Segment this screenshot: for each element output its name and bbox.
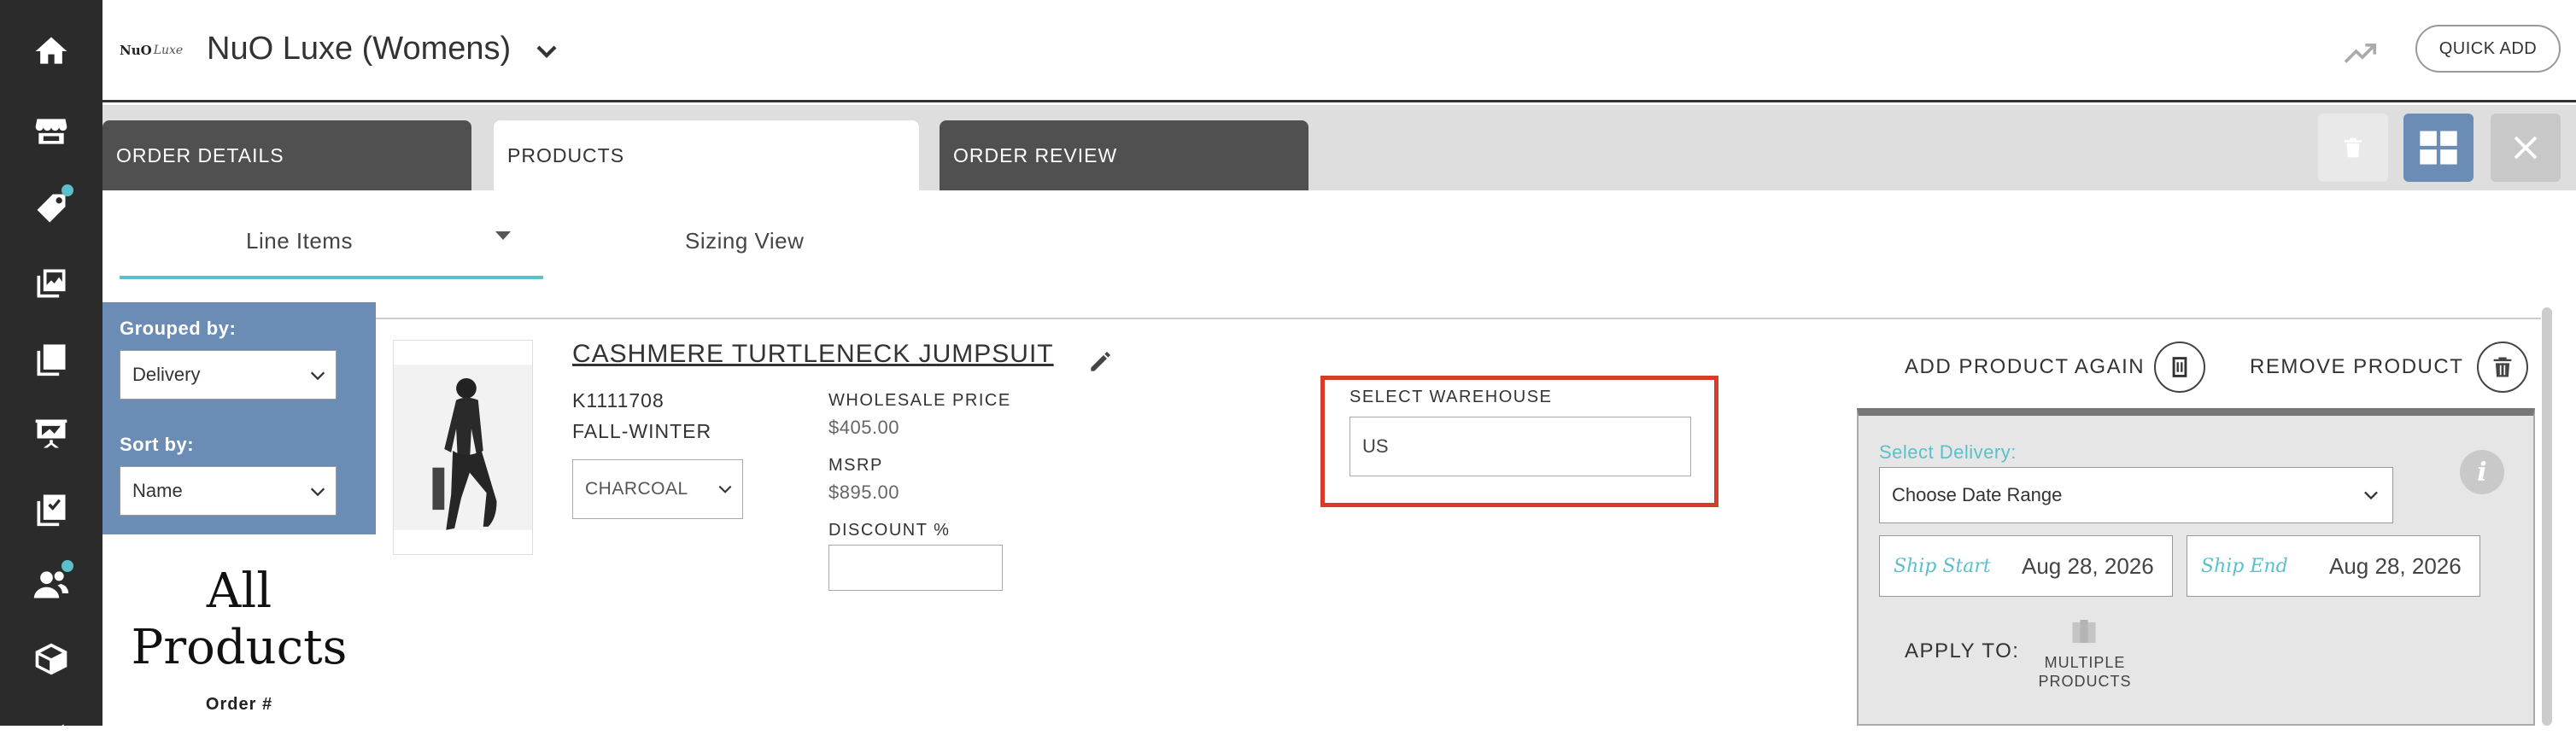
brand-title[interactable]: NuO Luxe (Womens) bbox=[207, 31, 511, 67]
subtab-line-items[interactable]: Line Items bbox=[246, 228, 353, 254]
chevron-down-icon bbox=[718, 485, 732, 493]
trending-up-icon[interactable] bbox=[2342, 36, 2380, 67]
grouped-by-value: Delivery bbox=[132, 364, 201, 385]
active-subtab-indicator bbox=[120, 276, 543, 279]
color-value: CHARCOAL bbox=[585, 479, 688, 499]
more-icon[interactable] bbox=[26, 702, 77, 753]
date-range-select[interactable]: Choose Date Range bbox=[1879, 467, 2393, 523]
sort-by-label: Sort by: bbox=[120, 434, 195, 455]
divider bbox=[376, 318, 2541, 319]
add-product-again-label[interactable]: ADD PRODUCT AGAIN bbox=[1905, 355, 2145, 379]
all-products-heading: All Products bbox=[102, 563, 376, 676]
warehouse-select[interactable]: US bbox=[1349, 417, 1691, 476]
color-select[interactable]: CHARCOAL bbox=[572, 459, 743, 519]
sort-by-value: Name bbox=[132, 480, 183, 501]
multiple-line1: MULTIPLE bbox=[2044, 654, 2126, 671]
users-icon[interactable] bbox=[26, 558, 77, 610]
grouped-by-label: Grouped by: bbox=[120, 318, 237, 339]
ship-end-label: Ship End bbox=[2201, 555, 2288, 577]
wholesale-price-value: $405.00 bbox=[828, 417, 900, 438]
tab-order-details[interactable]: ORDER DETAILS bbox=[102, 120, 471, 190]
select-warehouse-label: SELECT WAREHOUSE bbox=[1349, 388, 1553, 406]
ship-start-field[interactable]: Ship Start Aug 28, 2026 bbox=[1879, 535, 2173, 597]
quick-add-button[interactable]: QUICK ADD bbox=[2415, 25, 2561, 73]
notification-dot bbox=[61, 184, 73, 196]
ship-start-value: Aug 28, 2026 bbox=[2022, 552, 2154, 579]
remove-product-button[interactable] bbox=[2477, 341, 2528, 393]
subtab-sizing-view[interactable]: Sizing View bbox=[685, 228, 804, 254]
multiple-products-label[interactable]: MULTIPLE PRODUCTS bbox=[2029, 653, 2140, 691]
grid-view-button[interactable] bbox=[2403, 114, 2474, 182]
multiple-products-icon[interactable] bbox=[2069, 617, 2099, 648]
add-product-again-button[interactable] bbox=[2154, 341, 2205, 393]
notification-dot bbox=[61, 560, 73, 572]
chevron-down-icon bbox=[2364, 491, 2378, 500]
caret-down-icon[interactable] bbox=[495, 231, 511, 240]
product-sku: K1111708 bbox=[572, 389, 664, 412]
trash-icon bbox=[2493, 357, 2512, 377]
chevron-down-icon bbox=[310, 487, 325, 497]
copy-icon bbox=[2172, 357, 2187, 377]
product-image[interactable] bbox=[393, 340, 533, 555]
catalog-icon[interactable] bbox=[26, 333, 77, 384]
tab-products[interactable]: PRODUCTS bbox=[494, 120, 919, 190]
grid-icon bbox=[2420, 131, 2457, 165]
chevron-down-icon[interactable] bbox=[530, 34, 564, 68]
view-subtabs: Line Items Sizing View bbox=[102, 190, 2576, 284]
order-number-label: Order # bbox=[205, 695, 273, 714]
close-icon bbox=[2514, 136, 2538, 160]
discount-label: DISCOUNT % bbox=[828, 521, 951, 540]
discount-input[interactable] bbox=[828, 545, 1003, 591]
info-icon[interactable]: i bbox=[2460, 450, 2504, 494]
box-icon[interactable] bbox=[26, 633, 77, 685]
ship-start-label: Ship Start bbox=[1894, 555, 1991, 577]
ship-end-field[interactable]: Ship End Aug 28, 2026 bbox=[2187, 535, 2480, 597]
trash-button[interactable] bbox=[2318, 114, 2388, 182]
trash-icon bbox=[2345, 137, 2362, 158]
all-products-line1: All bbox=[206, 563, 272, 619]
tab-order-review[interactable]: ORDER REVIEW bbox=[940, 120, 1308, 190]
chevron-down-icon bbox=[310, 371, 325, 381]
gallery-icon[interactable] bbox=[26, 258, 77, 309]
product-season: FALL-WINTER bbox=[572, 420, 712, 442]
tab-bar: ORDER DETAILS PRODUCTS ORDER REVIEW bbox=[102, 105, 2576, 190]
filter-panel: Grouped by: Delivery Sort by: Name bbox=[102, 302, 376, 534]
delivery-panel: Select Delivery: i Choose Date Range Shi… bbox=[1857, 408, 2535, 726]
msrp-label: MSRP bbox=[828, 456, 883, 475]
all-products-line2: Products bbox=[131, 620, 348, 675]
select-delivery-label: Select Delivery: bbox=[1879, 441, 2017, 463]
ship-end-value: Aug 28, 2026 bbox=[2329, 552, 2462, 579]
presentation-icon[interactable] bbox=[26, 408, 77, 459]
store-icon[interactable] bbox=[26, 106, 77, 157]
grouped-by-select[interactable]: Delivery bbox=[120, 350, 337, 400]
product-photo bbox=[394, 365, 532, 530]
brand-logo: NuO Luxe bbox=[120, 43, 184, 58]
apply-to-label: APPLY TO: bbox=[1905, 639, 2020, 663]
multiple-line2: PRODUCTS bbox=[2038, 673, 2132, 690]
left-nav bbox=[0, 0, 102, 740]
close-button[interactable] bbox=[2491, 114, 2561, 182]
top-header: NuO Luxe NuO Luxe (Womens) QUICK ADD bbox=[102, 0, 2576, 102]
scrollbar[interactable] bbox=[2542, 307, 2552, 726]
home-icon[interactable] bbox=[26, 26, 77, 77]
checklist-icon[interactable] bbox=[26, 483, 77, 534]
wholesale-price-label: WHOLESALE PRICE bbox=[828, 391, 1011, 410]
remove-product-label[interactable]: REMOVE PRODUCT bbox=[2250, 355, 2463, 379]
pencil-icon[interactable] bbox=[1086, 348, 1114, 376]
tag-icon[interactable] bbox=[26, 183, 77, 234]
date-range-value: Choose Date Range bbox=[1892, 484, 2063, 505]
sort-by-select[interactable]: Name bbox=[120, 466, 337, 516]
product-name-link[interactable]: CASHMERE TURTLENECK JUMPSUIT bbox=[572, 340, 1054, 369]
msrp-value: $895.00 bbox=[828, 482, 900, 503]
